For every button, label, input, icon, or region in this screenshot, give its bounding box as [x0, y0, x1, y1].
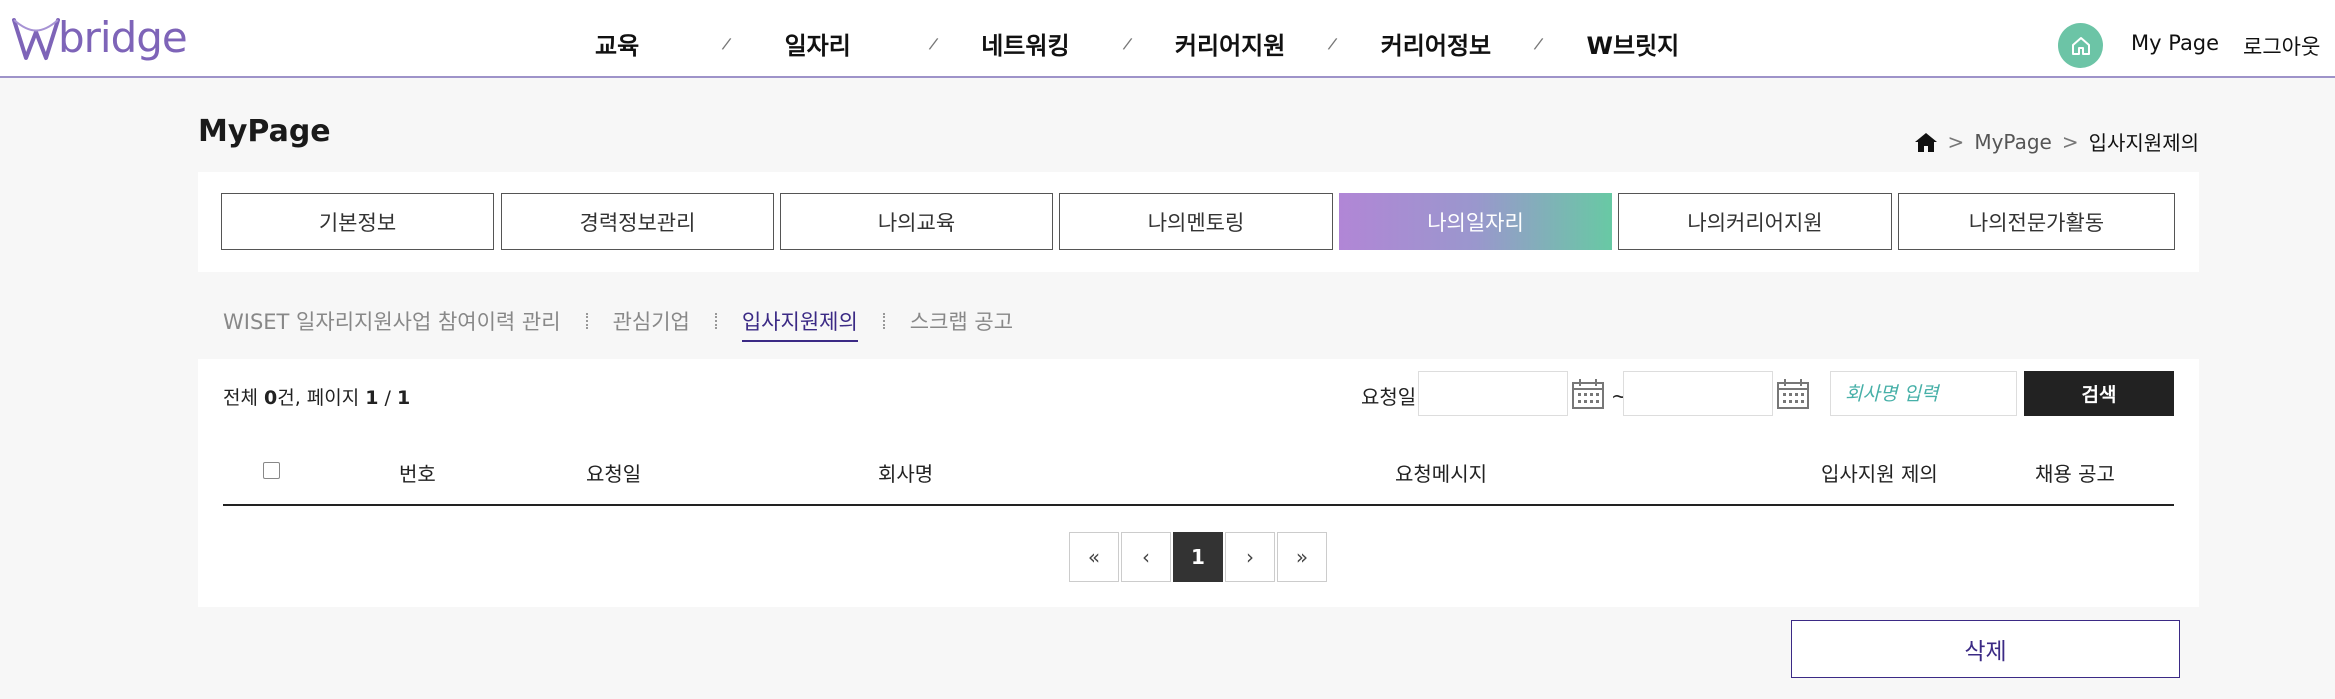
chevron-right-icon: >: [1947, 129, 1965, 154]
logo-w-mark-icon: [12, 18, 60, 60]
nav-networking[interactable]: 네트워킹: [981, 26, 1069, 61]
subtab-divider: [714, 313, 717, 329]
nav-career-info[interactable]: 커리어정보: [1381, 26, 1491, 61]
tab-my-mentoring[interactable]: 나의멘토링: [1059, 193, 1333, 250]
breadcrumb-current: 입사지원제의: [2088, 131, 2199, 155]
subtab-scrap-postings[interactable]: 스크랩 공고: [910, 306, 1013, 336]
mypage-tabs: 기본정보 경력정보관리 나의교육 나의멘토링 나의일자리 나의커리어지원 나의전…: [198, 172, 2199, 272]
global-nav: 교육 / 일자리 / 네트워킹 / 커리어지원 / 커리어정보 / W브릿지: [560, 26, 1679, 61]
subtab-interest-companies[interactable]: 관심기업: [613, 306, 690, 336]
subtab-wiset-history[interactable]: WISET 일자리지원사업 참여이력 관리: [223, 306, 561, 336]
last-page-button[interactable]: »: [1277, 532, 1327, 582]
tab-my-jobs[interactable]: 나의일자리: [1339, 193, 1612, 250]
page-1-button[interactable]: 1: [1173, 532, 1223, 582]
job-offer-list-panel: 전체 0건, 페이지 1 / 1 요청일 ~ 검색 번호 요청일 회사명 요청메…: [198, 359, 2199, 607]
logout-link[interactable]: 로그아웃: [2243, 31, 2320, 61]
prev-page-button[interactable]: ‹: [1121, 532, 1171, 582]
summary-slash: /: [378, 387, 397, 409]
summary-mid: 건, 페이지: [277, 387, 366, 409]
col-request-date: 요청일: [586, 462, 642, 486]
subtab-job-offers[interactable]: 입사지원제의: [741, 306, 858, 342]
nav-separator: /: [721, 33, 733, 54]
wbridge-logo[interactable]: bridge: [10, 8, 188, 70]
company-name-input[interactable]: [1830, 371, 2017, 416]
chevron-right-icon: >: [2061, 129, 2079, 154]
delete-button[interactable]: 삭제: [1791, 620, 2180, 678]
pagination: « ‹ 1 › »: [1069, 532, 1329, 582]
date-from-input[interactable]: [1418, 371, 1568, 416]
tab-basic-info[interactable]: 기본정보: [221, 193, 494, 250]
nav-separator: /: [927, 33, 940, 54]
home-icon: [2071, 36, 2090, 55]
nav-wbridge[interactable]: W브릿지: [1587, 26, 1680, 61]
nav-separator: /: [1121, 33, 1134, 54]
col-job-posting: 채용 공고: [2035, 462, 2115, 486]
tab-career-info[interactable]: 경력정보관리: [501, 193, 774, 250]
search-button[interactable]: 검색: [2024, 371, 2174, 416]
summary-total-pages: 1: [397, 387, 411, 409]
breadcrumb: > MyPage > 입사지원제의: [1914, 127, 2199, 156]
summary-prefix: 전체: [223, 387, 264, 409]
home-icon[interactable]: [1914, 131, 1938, 153]
sub-tabs: WISET 일자리지원사업 참여이력 관리 관심기업 입사지원제의 스크랩 공고: [223, 300, 1013, 342]
table-header: 번호 요청일 회사명 요청메시지 입사지원 제의 채용 공고: [223, 434, 2174, 506]
nav-jobs[interactable]: 일자리: [785, 26, 851, 61]
tab-my-expert-activity[interactable]: 나의전문가활동: [1898, 193, 2175, 250]
select-all-checkbox[interactable]: [263, 462, 280, 479]
col-request-message: 요청메시지: [1395, 462, 1487, 486]
nav-separator: /: [1533, 33, 1545, 54]
col-job-offer: 입사지원 제의: [1821, 462, 1938, 486]
breadcrumb-mypage[interactable]: MyPage: [1974, 130, 2052, 154]
nav-career-support[interactable]: 커리어지원: [1175, 26, 1285, 61]
calendar-icon[interactable]: [1776, 378, 1810, 410]
first-page-button[interactable]: «: [1069, 532, 1119, 582]
home-button[interactable]: [2058, 23, 2103, 68]
result-summary: 전체 0건, 페이지 1 / 1: [223, 383, 410, 410]
logo-text: bridge: [58, 12, 188, 62]
subtab-divider: [882, 313, 885, 329]
summary-count: 0: [264, 387, 278, 409]
nav-separator: /: [1327, 33, 1339, 54]
subtab-divider: [585, 313, 588, 329]
top-header: bridge 교육 / 일자리 / 네트워킹 / 커리어지원 / 커리어정보 /…: [0, 0, 2335, 78]
tab-my-career-support[interactable]: 나의커리어지원: [1618, 193, 1892, 250]
next-page-button[interactable]: ›: [1225, 532, 1275, 582]
summary-page: 1: [365, 387, 379, 409]
calendar-icon[interactable]: [1571, 378, 1605, 410]
request-date-label: 요청일: [1361, 385, 1417, 409]
col-company-name: 회사명: [878, 462, 934, 486]
page-title: MyPage: [198, 114, 331, 149]
mypage-link[interactable]: My Page: [2131, 31, 2219, 55]
date-to-input[interactable]: [1623, 371, 1773, 416]
nav-education[interactable]: 교육: [595, 26, 639, 61]
col-number: 번호: [399, 462, 436, 486]
tab-my-education[interactable]: 나의교육: [780, 193, 1053, 250]
